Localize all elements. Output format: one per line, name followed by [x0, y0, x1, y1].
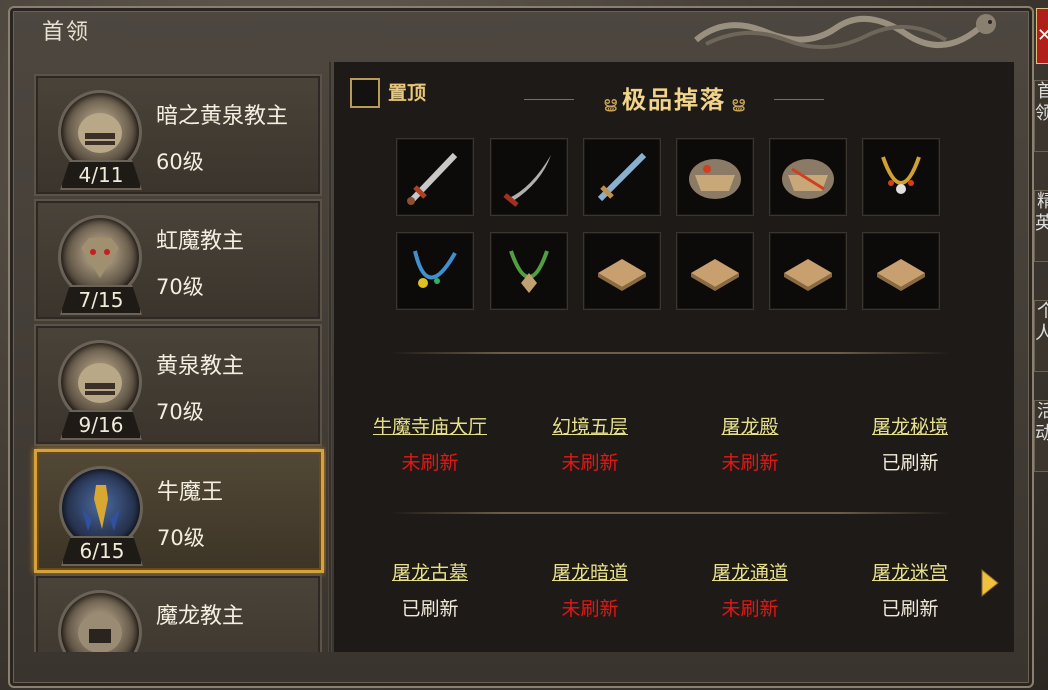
- armor-icon[interactable]: [676, 138, 754, 216]
- map-status: 已刷新: [881, 452, 939, 474]
- drops-header: ൠ 极品掉落 ൠ: [524, 80, 824, 116]
- boss-name: 虹魔教主: [156, 229, 245, 254]
- boss-portrait-icon: [58, 590, 142, 652]
- necklace-icon[interactable]: [396, 232, 474, 310]
- swirl-left-icon: ൠ: [603, 93, 617, 112]
- boss-detail: 置顶 ൠ 极品掉落 ൠ 牛魔寺庙大厅 未刷新 幻境五层 未刷新 屠龙殿 未刷新 …: [334, 62, 1014, 652]
- boss-level: 60级: [156, 150, 204, 174]
- kill-count-badge: 4/11: [60, 160, 142, 190]
- boss-item[interactable]: 7/15 虹魔教主 70级: [34, 199, 322, 321]
- kill-count-badge: 9/16: [60, 410, 142, 440]
- map-link[interactable]: 屠龙古墓: [355, 558, 505, 585]
- scroll-icon[interactable]: [769, 232, 847, 310]
- scimitar-icon[interactable]: [490, 138, 568, 216]
- boss-level: 70级: [157, 526, 205, 550]
- side-tabs: 首领 精英 个人 活动: [1034, 80, 1048, 480]
- header-line-left: [524, 99, 574, 100]
- pin-label: 置顶: [388, 82, 427, 104]
- map-link[interactable]: 屠龙殿: [675, 412, 825, 439]
- game-window: 首领 ✕ 首领 精英 个人 活动 4/11 暗之黄泉教主 60级 7/15: [0, 0, 1048, 690]
- sword-icon[interactable]: [396, 138, 474, 216]
- header-line-right: [774, 99, 824, 100]
- separator: [390, 352, 950, 354]
- map-link[interactable]: 幻境五层: [515, 412, 665, 439]
- side-tab-1[interactable]: 精英: [1034, 190, 1048, 262]
- kill-count-badge: 6/15: [61, 536, 143, 566]
- map-link[interactable]: 屠龙秘境: [835, 412, 985, 439]
- map-status: 未刷新: [561, 452, 619, 474]
- boss-name: 黄泉教主: [156, 354, 245, 379]
- scroll-icon[interactable]: [676, 232, 754, 310]
- side-tab-3[interactable]: 活动: [1034, 400, 1048, 472]
- drops-title: 极品掉落: [622, 86, 726, 114]
- map-link[interactable]: 屠龙通道: [675, 558, 825, 585]
- boss-level: 70级: [156, 275, 204, 299]
- side-tab-2[interactable]: 个人: [1034, 300, 1048, 372]
- map-status: 已刷新: [401, 598, 459, 620]
- boss-name: 暗之黄泉教主: [156, 104, 289, 129]
- map-status: 已刷新: [881, 598, 939, 620]
- side-tab-0[interactable]: 首领: [1034, 80, 1048, 152]
- map-link[interactable]: 屠龙迷宫: [835, 558, 985, 585]
- separator: [390, 512, 950, 514]
- map-status: 未刷新: [721, 598, 779, 620]
- title-bar: 首领: [16, 10, 1026, 50]
- close-button[interactable]: ✕: [1036, 8, 1048, 64]
- map-link[interactable]: 屠龙暗道: [515, 558, 665, 585]
- boss-name: 牛魔王: [157, 480, 224, 505]
- armor-icon[interactable]: [769, 138, 847, 216]
- boss-name: 魔龙教主: [156, 604, 245, 629]
- column-divider: [328, 62, 332, 652]
- next-page-arrow-icon[interactable]: [978, 568, 1000, 598]
- scroll-icon[interactable]: [862, 232, 940, 310]
- boss-item[interactable]: 4/11 暗之黄泉教主 60级: [34, 74, 322, 196]
- map-link[interactable]: 牛魔寺庙大厅: [355, 412, 505, 439]
- boss-item[interactable]: 9/16 黄泉教主 70级: [34, 324, 322, 446]
- blue-sword-icon[interactable]: [583, 138, 661, 216]
- map-status: 未刷新: [721, 452, 779, 474]
- boss-list: 4/11 暗之黄泉教主 60级 7/15 虹魔教主 70级 9/16 黄泉教主 …: [26, 62, 326, 652]
- map-status: 未刷新: [401, 452, 459, 474]
- boss-item[interactable]: 魔龙教主: [34, 574, 322, 652]
- boss-item-selected[interactable]: 6/15 牛魔王 70级: [34, 449, 324, 573]
- swirl-right-icon: ൠ: [731, 93, 745, 112]
- map-status: 未刷新: [561, 598, 619, 620]
- necklace-icon[interactable]: [862, 138, 940, 216]
- window-title: 首领: [42, 20, 91, 45]
- dragon-ornament-icon: [694, 14, 996, 50]
- kill-count-badge: 7/15: [60, 285, 142, 315]
- pin-checkbox[interactable]: [350, 78, 380, 108]
- necklace-icon[interactable]: [490, 232, 568, 310]
- boss-level: 70级: [156, 400, 204, 424]
- scroll-icon[interactable]: [583, 232, 661, 310]
